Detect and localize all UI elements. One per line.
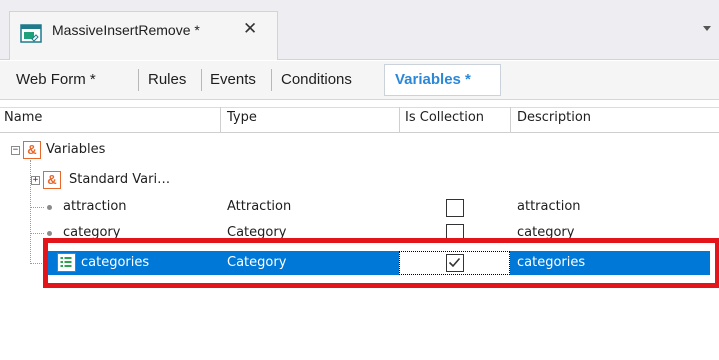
row-name-standard-variables[interactable]: Standard Vari… <box>69 172 170 187</box>
bullet-icon <box>47 231 52 236</box>
column-header-is-collection[interactable]: Is Collection <box>405 110 484 125</box>
is-collection-checkbox[interactable] <box>446 199 464 217</box>
column-header-type[interactable]: Type <box>227 110 257 125</box>
bullet-icon <box>47 205 52 210</box>
column-header-description[interactable]: Description <box>517 110 591 125</box>
tree-connector <box>30 207 44 208</box>
highlight-annotation-box <box>43 238 719 288</box>
close-icon[interactable]: ✕ <box>243 20 257 37</box>
webpanel-object-icon <box>20 24 42 43</box>
column-header-name[interactable]: Name <box>4 110 42 125</box>
collapse-icon[interactable]: − <box>11 146 20 155</box>
tab-list-dropdown-icon[interactable] <box>703 26 711 31</box>
row-type-attraction[interactable]: Attraction <box>227 199 291 214</box>
tab-separator <box>271 69 272 91</box>
column-separator[interactable] <box>399 107 400 133</box>
row-name-attraction[interactable]: attraction <box>63 199 127 214</box>
grid-header <box>0 107 719 133</box>
row-description-attraction[interactable]: attraction <box>517 199 581 214</box>
document-tab-title: MassiveInsertRemove * <box>52 22 200 38</box>
ampersand-icon: & <box>23 141 41 159</box>
tab-rules[interactable]: Rules <box>148 68 186 92</box>
expand-icon[interactable]: + <box>31 176 40 185</box>
tree-root-label[interactable]: Variables <box>46 142 105 157</box>
tab-web-form[interactable]: Web Form * <box>16 68 96 92</box>
tab-events[interactable]: Events <box>210 68 256 92</box>
tab-separator <box>201 69 202 91</box>
tab-variables-label: Variables * <box>395 71 471 88</box>
editor-subtabs-bar <box>0 61 719 100</box>
tree-connector <box>30 233 44 234</box>
ampersand-icon: & <box>43 171 61 189</box>
column-separator[interactable] <box>220 107 221 133</box>
tab-conditions[interactable]: Conditions <box>281 68 352 92</box>
tab-separator <box>138 69 139 91</box>
column-separator[interactable] <box>510 107 511 133</box>
